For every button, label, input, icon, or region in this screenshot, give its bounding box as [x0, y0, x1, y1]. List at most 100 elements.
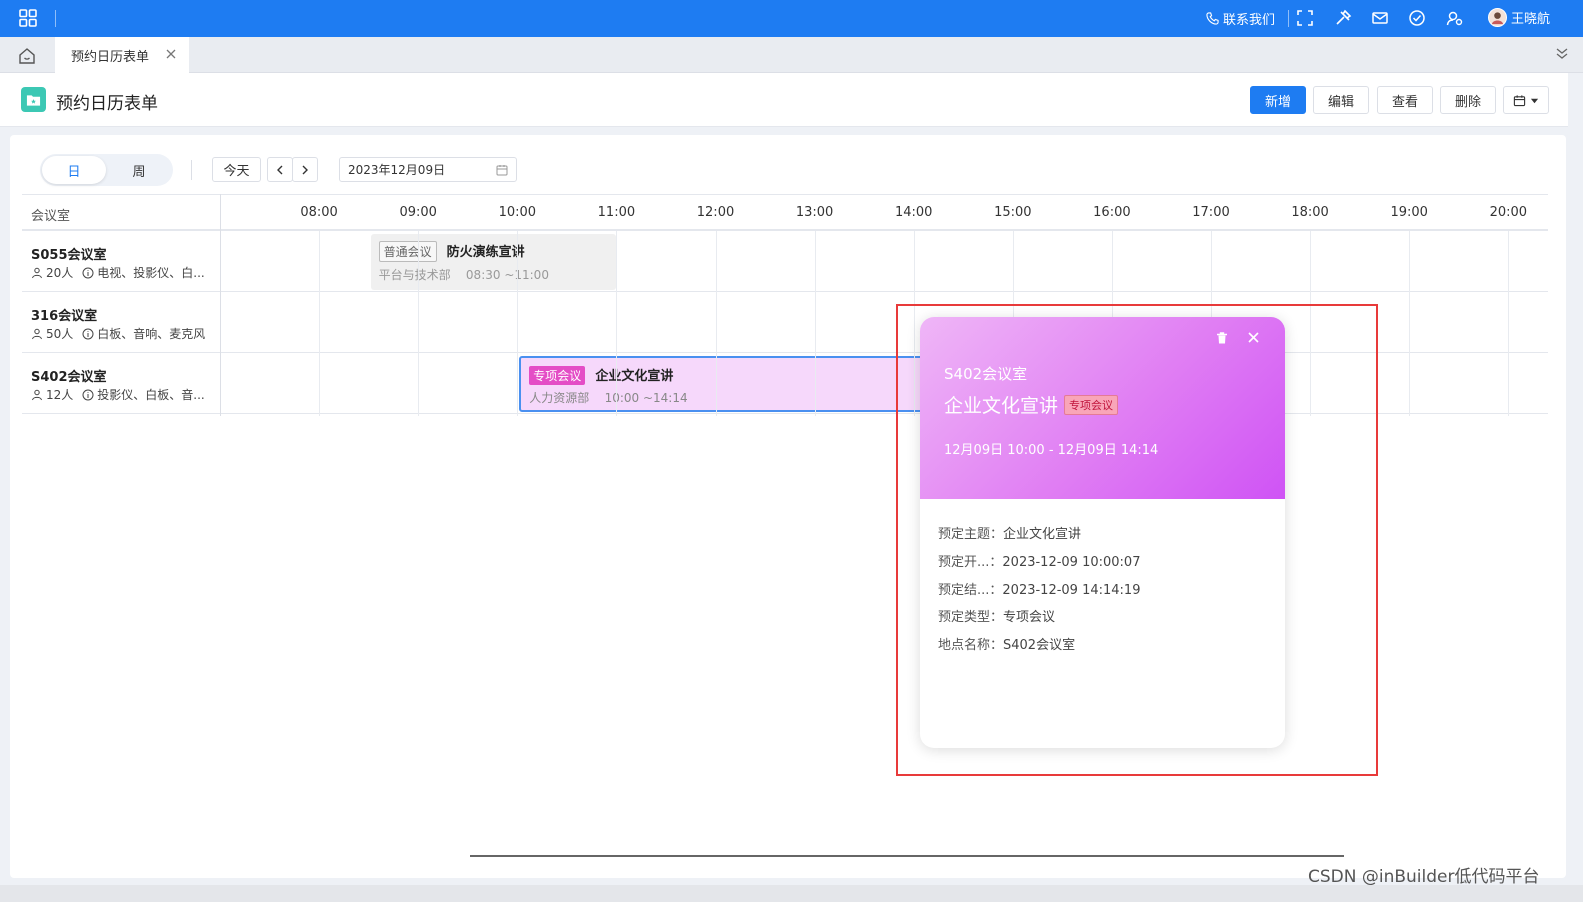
view-button[interactable]: 查看: [1377, 86, 1433, 114]
schedule-header: 会议室 08:00 09:00 10:00 11:00 12:00 13:00 14:00 1…: [22, 194, 1548, 231]
room-capacity: 50人: [46, 327, 74, 341]
hour-label: 08:00: [300, 205, 338, 220]
hour-gridline: [715, 231, 717, 416]
divider: [191, 160, 192, 180]
event-type-tag: 普通会议: [378, 241, 437, 262]
divider: [55, 10, 56, 27]
event-department: 平台与技术部: [378, 268, 451, 282]
room-row[interactable]: S055会议室 20人 电视、投影仪、白...: [22, 231, 1548, 292]
people-icon: [32, 267, 42, 278]
room-capacity: 20人: [46, 266, 74, 280]
prev-button[interactable]: [267, 157, 293, 182]
view-week-option[interactable]: 周: [107, 156, 171, 184]
close-tab-icon[interactable]: [165, 48, 177, 60]
event-block-culture-talk[interactable]: 专项会议 企业文化宣讲 人力资源部 10:00 ~14:14: [519, 356, 937, 412]
event-title: 防火演练宣讲: [446, 245, 525, 260]
hour-gridline: [220, 231, 221, 416]
hour-label: 18:00: [1291, 205, 1329, 220]
user-avatar-icon: [1491, 12, 1504, 25]
avatar: [1488, 8, 1507, 27]
delete-button[interactable]: 删除: [1440, 86, 1496, 114]
hour-label: 13:00: [795, 205, 834, 220]
hour-gridline: [418, 231, 420, 416]
calendar-dropdown-button[interactable]: [1503, 86, 1549, 114]
event-department: 人力资源部: [529, 391, 590, 405]
folder-star-icon: [21, 87, 46, 112]
view-toggle: 日 周: [40, 154, 173, 186]
tab-bar: 预约日历表单: [0, 37, 1583, 73]
event-type-tag: 专项会议: [529, 366, 586, 385]
mail-icon[interactable]: [1371, 9, 1389, 27]
room-capacity: 12人: [46, 388, 74, 402]
hour-label: 11:00: [597, 205, 636, 220]
hour-label: 10:00: [498, 205, 537, 220]
hour-label: 16:00: [1093, 205, 1131, 220]
chevron-right-icon: [302, 165, 308, 174]
today-button[interactable]: 今天: [212, 157, 261, 182]
info-icon: [82, 389, 94, 400]
tab-calendar-form[interactable]: 预约日历表单: [55, 37, 189, 73]
page-title: 预约日历表单: [56, 94, 158, 114]
room-column-header: 会议室: [31, 209, 71, 224]
date-picker[interactable]: 2023年12月09日: [339, 157, 517, 182]
hour-gridline: [1409, 231, 1411, 416]
hour-label: 15:00: [994, 205, 1032, 220]
hour-gridline: [814, 231, 816, 416]
hour-gridline: [616, 231, 618, 416]
people-icon: [32, 328, 42, 339]
tab-label: 预约日历表单: [71, 49, 150, 65]
room-name: S402会议室: [31, 370, 107, 385]
room-info: 50人 白板、音响、麦克风: [31, 325, 205, 342]
divider: [1288, 10, 1289, 27]
hour-gridline: [517, 231, 519, 416]
event-title: 企业文化宣讲: [595, 369, 674, 384]
room-equipment: 电视、投影仪、白...: [97, 266, 205, 280]
hour-label: 09:00: [399, 205, 437, 220]
check-circle-icon[interactable]: [1408, 9, 1426, 27]
next-button[interactable]: [292, 157, 318, 182]
chevron-left-icon: [277, 165, 283, 174]
user-settings-icon[interactable]: [1446, 9, 1464, 27]
bottom-strip: [0, 885, 1583, 902]
room-info: 12人 投影仪、白板、音...: [31, 386, 205, 403]
calendar-icon: [496, 165, 508, 176]
tools-icon[interactable]: [1334, 9, 1352, 27]
room-equipment: 投影仪、白板、音...: [97, 388, 205, 402]
hour-label: 17:00: [1192, 205, 1230, 220]
event-time: 08:30 ~11:00: [465, 268, 549, 282]
add-button[interactable]: 新增: [1250, 86, 1306, 114]
edit-button[interactable]: 编辑: [1313, 86, 1369, 114]
info-icon: [82, 328, 94, 339]
room-equipment: 白板、音响、麦克风: [97, 327, 206, 341]
date-value: 2023年12月09日: [348, 163, 446, 177]
room-name: S055会议室: [31, 248, 107, 263]
people-icon: [32, 389, 42, 400]
hour-label: 19:00: [1390, 205, 1428, 220]
contact-us-label: 联系我们: [1223, 12, 1276, 28]
info-icon: [82, 267, 94, 278]
double-chevron-down-icon[interactable]: [1555, 47, 1569, 61]
room-info: 20人 电视、投影仪、白...: [31, 264, 205, 281]
hour-gridline: [319, 231, 321, 416]
user-name: 王晓航: [1511, 12, 1551, 27]
top-bar: 联系我们 王晓航: [0, 0, 1583, 37]
horizontal-scrollbar[interactable]: [470, 855, 1344, 857]
home-icon[interactable]: [18, 47, 36, 65]
page-header: 预约日历表单 新增 编辑 查看 删除: [0, 73, 1568, 127]
hour-gridline: [1508, 231, 1510, 416]
hour-label: 20:00: [1489, 205, 1528, 220]
phone-icon: [1206, 11, 1219, 25]
event-block-fire-drill[interactable]: 普通会议 防火演练宣讲 平台与技术部 08:30 ~11:00: [370, 234, 617, 290]
user-menu[interactable]: 王晓航: [1488, 8, 1550, 27]
hour-label: 12:00: [696, 205, 735, 220]
room-column-divider: [220, 194, 221, 231]
apps-grid-icon[interactable]: [19, 9, 37, 27]
fullscreen-icon[interactable]: [1296, 9, 1314, 27]
calendar-icon: [1513, 94, 1526, 106]
highlight-annotation-box: [896, 304, 1378, 776]
view-day-option[interactable]: 日: [42, 156, 106, 184]
room-name: 316会议室: [31, 309, 98, 324]
caret-down-icon: [1530, 98, 1539, 103]
contact-us-button[interactable]: 联系我们: [1206, 9, 1276, 28]
hour-label: 14:00: [894, 205, 933, 220]
